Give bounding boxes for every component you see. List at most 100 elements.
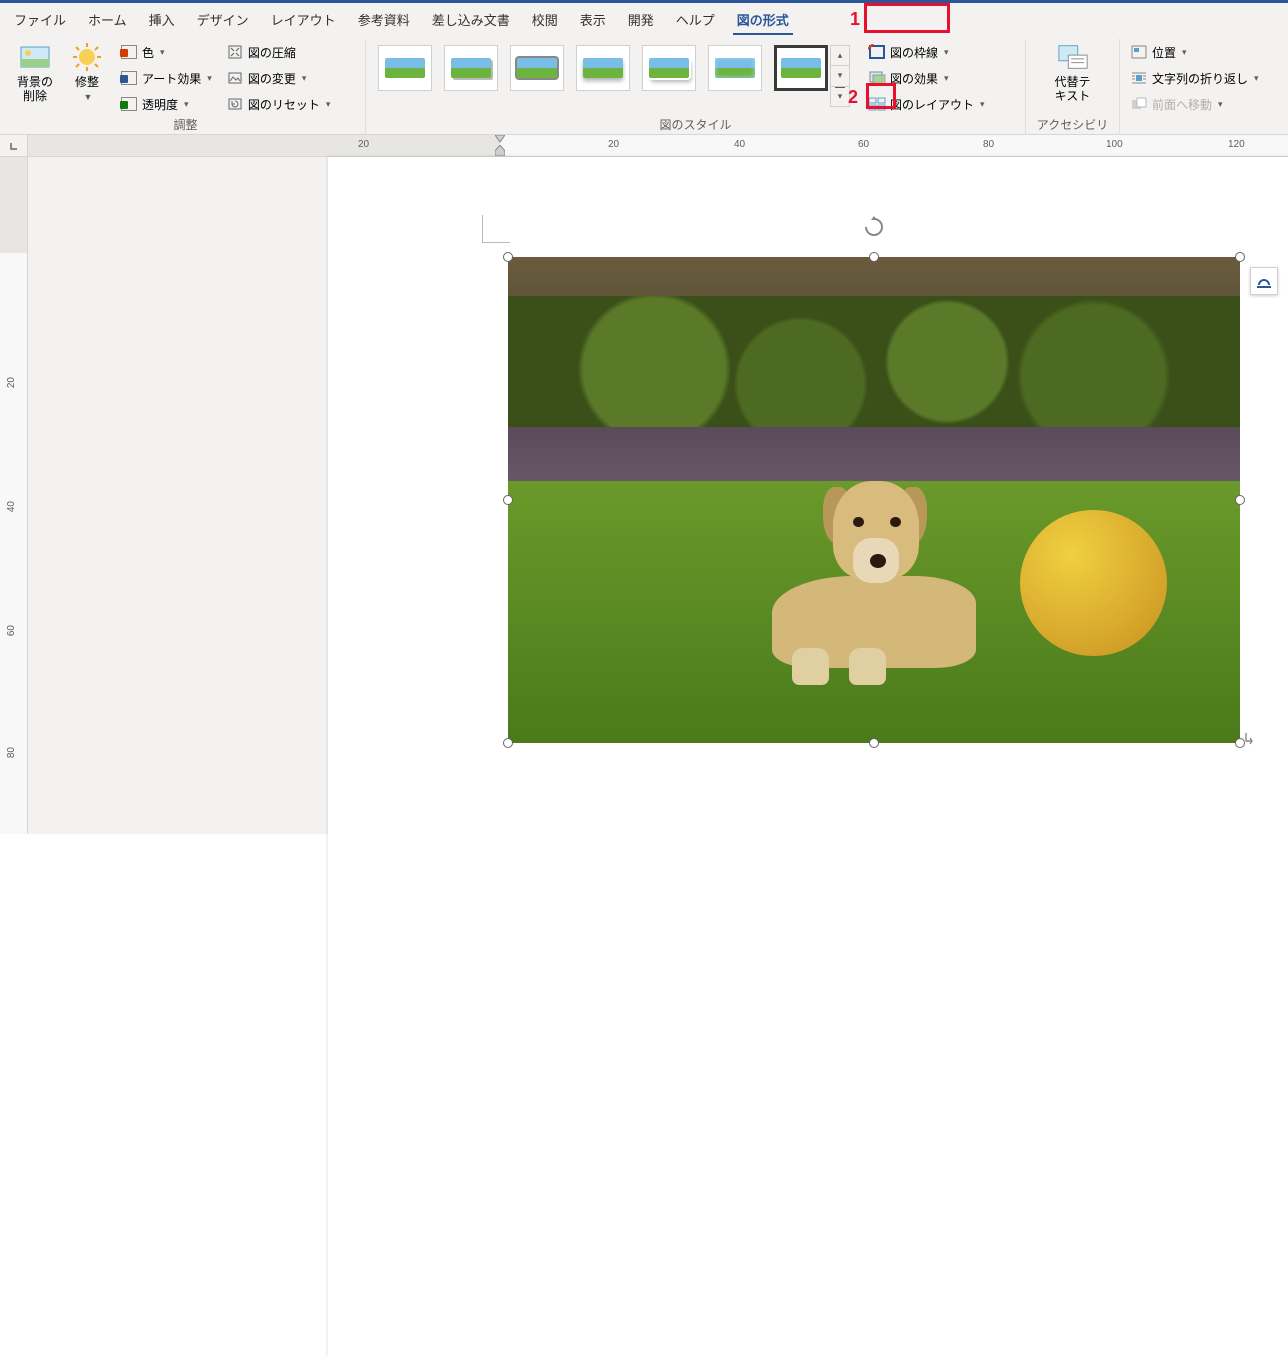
tab-picture-format[interactable]: 図の形式: [727, 4, 799, 35]
picture-style-7-selected[interactable]: [774, 45, 828, 91]
resize-handle-w[interactable]: [503, 495, 513, 505]
change-picture-button[interactable]: 図の変更 ▾: [222, 67, 335, 89]
artistic-effects-icon: [120, 69, 138, 87]
transparency-button[interactable]: 透明度 ▾: [116, 93, 216, 115]
corrections-button[interactable]: 修整▼: [64, 39, 110, 104]
color-label: 色: [142, 44, 154, 61]
chevron-down-icon: ▾: [944, 47, 949, 58]
gallery-scroll-up-button[interactable]: ▴: [831, 46, 849, 66]
change-picture-label: 図の変更: [248, 70, 296, 87]
resize-handle-sw[interactable]: [503, 738, 513, 748]
picture-effects-icon: [868, 69, 886, 87]
corrections-icon: [71, 41, 103, 73]
group-label-styles: 図のスタイル: [372, 116, 1019, 134]
tab-home[interactable]: ホーム: [78, 4, 137, 35]
picture-effects-label: 図の効果: [890, 70, 938, 87]
annotation-number-1: 1: [850, 9, 860, 30]
group-picture-styles: ▴ ▾ ▾ 図の枠線 ▾ 図の効果 ▾ 図のレイアウト: [366, 39, 1026, 134]
layout-options-icon: [1255, 273, 1273, 289]
document-scroll-area[interactable]: [28, 157, 1288, 834]
ribbon: 背景の 削除 修整▼ 色 ▾ アート効果 ▾: [0, 35, 1288, 135]
resize-handle-ne[interactable]: [1235, 252, 1245, 262]
tab-help[interactable]: ヘルプ: [666, 4, 725, 35]
remove-background-button[interactable]: 背景の 削除: [12, 39, 58, 103]
picture-border-button[interactable]: 図の枠線 ▾: [864, 41, 989, 63]
text-cursor-area[interactable]: [482, 215, 510, 243]
ruler-corner: [0, 135, 28, 157]
chevron-down-icon: ▾: [207, 73, 212, 84]
chevron-down-icon: ▾: [1254, 73, 1259, 84]
selected-picture[interactable]: [508, 257, 1240, 743]
gallery-more-button[interactable]: ▾: [831, 87, 849, 106]
picture-styles-gallery: [372, 39, 830, 97]
remove-background-label: 背景の 削除: [17, 75, 53, 103]
picture-style-5[interactable]: [642, 45, 696, 91]
vertical-ruler[interactable]: 20 40 60 80: [0, 157, 28, 834]
tab-developer[interactable]: 開発: [618, 4, 664, 35]
paragraph-end-marker: [1244, 731, 1258, 745]
remove-background-icon: [19, 41, 51, 73]
document-workspace: 20 40 60 80: [0, 157, 1288, 834]
tab-layout[interactable]: レイアウト: [261, 4, 346, 35]
picture-effects-button[interactable]: 図の効果 ▾: [864, 67, 989, 89]
alt-text-button[interactable]: 代替テ キスト: [1043, 39, 1103, 103]
wrap-text-button[interactable]: 文字列の折り返し ▾: [1126, 67, 1263, 89]
tab-mailings[interactable]: 差し込み文書: [422, 4, 520, 35]
resize-handle-n[interactable]: [869, 252, 879, 262]
gallery-spinner: ▴ ▾ ▾: [830, 45, 850, 107]
picture-border-icon: [868, 43, 886, 61]
document-page[interactable]: [328, 157, 1288, 1357]
position-button[interactable]: 位置 ▾: [1126, 41, 1263, 63]
chevron-down-icon: ▾: [160, 47, 165, 58]
annotation-box-1: [864, 3, 950, 33]
bring-forward-label: 前面へ移動: [1152, 96, 1212, 113]
chevron-down-icon: ▾: [1182, 47, 1187, 58]
hanging-indent-marker[interactable]: [495, 135, 505, 157]
bring-forward-icon: [1130, 95, 1148, 113]
chevron-down-icon: ▾: [326, 99, 331, 110]
reset-picture-label: 図のリセット: [248, 96, 320, 113]
picture-style-6[interactable]: [708, 45, 762, 91]
layout-options-button[interactable]: [1250, 267, 1278, 295]
position-label: 位置: [1152, 44, 1176, 61]
resize-handle-s[interactable]: [869, 738, 879, 748]
gallery-scroll-down-button[interactable]: ▾: [831, 66, 849, 86]
wrap-text-label: 文字列の折り返し: [1152, 70, 1248, 87]
ribbon-tabs: ファイル ホーム 挿入 デザイン レイアウト 参考資料 差し込み文書 校閲 表示…: [0, 3, 1288, 35]
artistic-effects-label: アート効果: [142, 70, 201, 87]
group-label-arrange: [1126, 116, 1274, 134]
tab-references[interactable]: 参考資料: [348, 4, 420, 35]
picture-style-3[interactable]: [510, 45, 564, 91]
rotate-handle[interactable]: [862, 215, 886, 239]
tab-review[interactable]: 校閲: [522, 4, 568, 35]
transparency-label: 透明度: [142, 96, 178, 113]
tab-view[interactable]: 表示: [570, 4, 616, 35]
chevron-down-icon: ▾: [1218, 99, 1223, 110]
color-icon: [120, 43, 138, 61]
color-button[interactable]: 色 ▾: [116, 41, 216, 63]
picture-style-1[interactable]: [378, 45, 432, 91]
group-arrange: 位置 ▾ 文字列の折り返し ▾ 前面へ移動 ▾: [1120, 39, 1280, 134]
chevron-down-icon: ▼: [84, 92, 93, 102]
transparency-icon: [120, 95, 138, 113]
resize-handle-nw[interactable]: [503, 252, 513, 262]
tab-file[interactable]: ファイル: [4, 4, 76, 35]
picture-style-4[interactable]: [576, 45, 630, 91]
bring-forward-button[interactable]: 前面へ移動 ▾: [1126, 93, 1263, 115]
group-adjust: 背景の 削除 修整▼ 色 ▾ アート効果 ▾: [6, 39, 366, 134]
chevron-down-icon: ▾: [184, 99, 189, 110]
position-icon: [1130, 43, 1148, 61]
tab-design[interactable]: デザイン: [187, 4, 259, 35]
reset-picture-button[interactable]: 図のリセット ▾: [222, 93, 335, 115]
resize-handle-e[interactable]: [1235, 495, 1245, 505]
picture-border-label: 図の枠線: [890, 44, 938, 61]
picture-style-2[interactable]: [444, 45, 498, 91]
picture-layout-button[interactable]: 図のレイアウト ▾: [864, 93, 989, 115]
change-picture-icon: [226, 69, 244, 87]
compress-picture-button[interactable]: 図の圧縮: [222, 41, 335, 63]
artistic-effects-button[interactable]: アート効果 ▾: [116, 67, 216, 89]
reset-picture-icon: [226, 95, 244, 113]
tab-insert[interactable]: 挿入: [139, 4, 185, 35]
group-label-adjust: 調整: [12, 116, 359, 134]
horizontal-ruler[interactable]: 20 20 40 60 80 100 120: [28, 135, 1288, 157]
